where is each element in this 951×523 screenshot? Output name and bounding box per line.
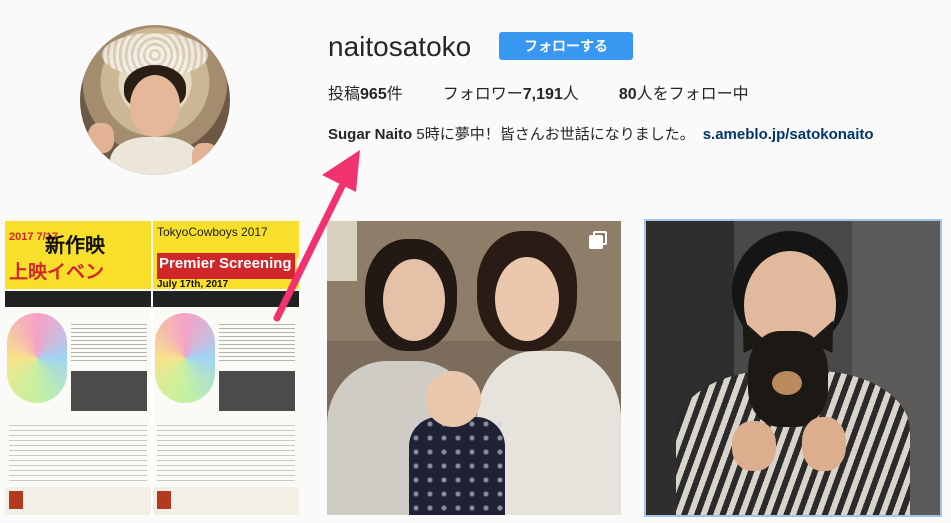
- profile-bio: Sugar Naito 5時に夢中！皆さんお世話になりました。 s.ameblo.…: [328, 125, 874, 145]
- photo-baby-face: [425, 371, 481, 427]
- follow-button[interactable]: フォローする: [499, 32, 633, 60]
- flyer-photo: [219, 371, 295, 411]
- flyer-date: July 17th, 2017: [157, 279, 229, 290]
- photo-dog-muzzle: [772, 371, 802, 395]
- flyer-footer: [153, 487, 299, 515]
- flyer-dark-strip: [5, 291, 151, 307]
- flyer-illustration: [155, 313, 215, 403]
- flyer-text-block: [157, 421, 295, 481]
- followers-stat[interactable]: フォロワー7,191人: [443, 85, 579, 105]
- avatar-hand: [192, 143, 218, 173]
- photo-hand: [732, 421, 776, 471]
- profile-page: naitosatoko フォローする 投稿965件 フォロワー7,191人 80…: [0, 0, 951, 523]
- posts-label: 投稿: [328, 86, 361, 103]
- flyer-illustration: [7, 313, 67, 403]
- carousel-icon: [589, 231, 609, 251]
- flyer-logo: [9, 491, 23, 509]
- flyer-logo: [157, 491, 171, 509]
- avatar-hand: [88, 123, 114, 153]
- posts-count: 965: [360, 86, 387, 103]
- bio-text: 5時に夢中！皆さんお世話になりました。: [412, 126, 695, 143]
- followers-count: 7,191: [522, 86, 563, 103]
- profile-avatar[interactable]: [80, 25, 230, 175]
- photo-baby-pattern: [409, 417, 505, 515]
- flyer-footer: [5, 487, 151, 515]
- avatar-body: [110, 137, 200, 175]
- flyer-image-english: TokyoCowboys 2017 Premier Screening Ev J…: [153, 221, 299, 515]
- flyer-text-block: [9, 421, 147, 481]
- post-thumbnail-flyers[interactable]: 2017 7/17 新作映 上映イベン TokyoCowboys 2017 Pr…: [5, 221, 299, 515]
- flyer-red-headline: 上映イベン: [9, 262, 105, 283]
- following-stat[interactable]: 80人をフォロー中: [619, 85, 749, 105]
- flyer-photo: [71, 371, 147, 411]
- flyer-headline: 新作映: [45, 235, 105, 257]
- following-label: 人をフォロー中: [636, 86, 749, 103]
- bio-full-name: Sugar Naito: [328, 126, 413, 143]
- followers-suffix: 人: [562, 86, 579, 103]
- photo-hand: [802, 417, 846, 471]
- following-count: 80: [618, 86, 637, 103]
- flyer-image-japanese: 2017 7/17 新作映 上映イベン: [5, 221, 151, 515]
- photo-lamp: [327, 221, 357, 281]
- photo-person-face: [383, 259, 445, 341]
- flyer-text-block: [219, 321, 295, 361]
- bio-website-link[interactable]: s.ameblo.jp/satokonaito: [703, 126, 874, 143]
- post-thumbnail-women-baby[interactable]: [327, 221, 621, 515]
- posts-suffix: 件: [386, 86, 403, 103]
- followers-label: フォロワー: [442, 86, 523, 103]
- posts-count-stat: 投稿965件: [328, 85, 403, 105]
- post-thumbnail-woman-dog[interactable]: [644, 219, 942, 517]
- flyer-red-title: Premier Screening Ev: [159, 255, 299, 272]
- profile-username: naitosatoko: [328, 31, 472, 62]
- photo-person-face: [495, 257, 559, 341]
- flyer-dark-strip: [153, 291, 299, 307]
- profile-stats: 投稿965件 フォロワー7,191人 80人をフォロー中: [328, 85, 789, 105]
- flyer-text-block: [71, 321, 147, 361]
- avatar-face: [130, 75, 180, 137]
- flyer-title: TokyoCowboys 2017: [157, 225, 268, 239]
